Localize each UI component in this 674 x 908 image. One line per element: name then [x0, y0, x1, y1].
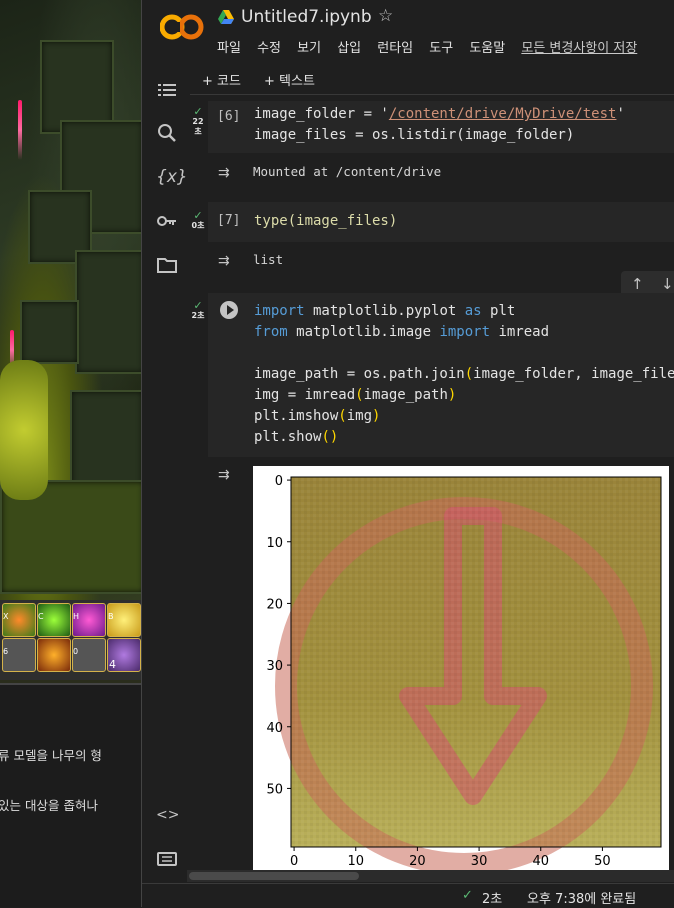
skill-slot: 0 [72, 638, 106, 672]
ruin-block [75, 250, 141, 374]
menu-help[interactable]: 도움말 [469, 41, 505, 56]
scrollbar-thumb[interactable] [189, 872, 359, 880]
ruin-block [70, 390, 141, 494]
background-window: X C H B 6 0 4 류 모델을 나무의 형 있는 대상을 좁혀나 [0, 0, 141, 907]
exec-time: 2초 [191, 311, 205, 320]
image-axes [275, 476, 662, 875]
x-tick-label: 40 [532, 854, 549, 869]
y-tick-label: 40 [266, 721, 283, 736]
check-icon: ✓ [193, 209, 203, 222]
skill-slot: B [107, 603, 141, 637]
variables-icon[interactable]: {x} [156, 166, 188, 188]
skill-bar: X C H B 6 0 4 [0, 600, 141, 680]
y-tick-label: 20 [266, 597, 283, 612]
y-tick-label: 50 [266, 782, 283, 797]
cell-output: Mounted at /content/drive [253, 164, 442, 179]
exec-status: ✓ 0초 [190, 209, 208, 231]
code-editor[interactable]: type(image_files) [254, 211, 397, 232]
menu-edit[interactable]: 수정 [257, 41, 281, 56]
exec-time: 0초 [191, 221, 205, 230]
y-tick-label: 30 [266, 659, 283, 674]
header: Untitled7.ipynb ☆ 파일 수정 보기 삽입 런타임 도구 도움말… [142, 0, 674, 64]
menu-view[interactable]: 보기 [297, 41, 321, 56]
exec-count: [7] [217, 213, 241, 228]
check-icon: ✓ [193, 299, 203, 312]
skill-slot: 6 [2, 638, 36, 672]
x-tick-label: 30 [471, 854, 488, 869]
colab-logo[interactable] [160, 12, 204, 42]
code-line: from matplotlib.image import imread [254, 324, 550, 340]
background-document: 류 모델을 나무의 형 있는 대상을 좁혀나 [0, 683, 141, 907]
game-scene-image [0, 0, 141, 600]
output-toggle-icon[interactable]: ⇉ [218, 165, 240, 181]
notebook-area: ✓ 22 초 [6] image_folder = '/content/driv… [190, 94, 674, 885]
add-code-button[interactable]: + 코드 [202, 70, 241, 89]
menu-bar: 파일 수정 보기 삽입 런타임 도구 도움말 모든 변경사항이 저장 [217, 37, 649, 57]
green-statue [0, 360, 48, 500]
y-tick-label: 0 [275, 474, 283, 489]
doc-text-line: 류 모델을 나무의 형 [0, 748, 102, 763]
menu-runtime[interactable]: 런타임 [377, 41, 413, 56]
ruin-block [20, 300, 79, 364]
image-noise [291, 477, 661, 847]
code-line: import matplotlib.pyplot as plt [254, 303, 516, 319]
x-tick-label: 10 [347, 854, 364, 869]
status-completed[interactable]: 오후 7:38에 완료됨 [527, 888, 636, 907]
doc-text-line: 있는 대상을 좁혀나 [0, 798, 98, 813]
toc-icon[interactable] [156, 79, 178, 101]
menu-tools[interactable]: 도구 [429, 41, 453, 56]
skill-slot: H [72, 603, 106, 637]
skill-slot: X [2, 603, 36, 637]
left-sidebar: {x} <> [142, 64, 190, 907]
terminal-icon[interactable] [156, 848, 178, 870]
code-cell[interactable]: [7] type(image_files) [208, 202, 674, 242]
drive-icon[interactable] [218, 10, 234, 24]
exec-status: ✓ 22 초 [190, 105, 208, 137]
notebook-title[interactable]: Untitled7.ipynb [241, 7, 372, 27]
y-tick-label: 10 [266, 536, 283, 551]
status-duration[interactable]: 2초 [482, 888, 502, 907]
menu-insert[interactable]: 삽입 [337, 41, 361, 56]
run-cell-button[interactable] [220, 301, 238, 319]
plot-output: 0 10 20 30 40 50 0 10 20 30 40 50 [253, 466, 669, 875]
exec-time: 22 초 [192, 117, 204, 136]
output-toggle-icon[interactable]: ⇉ [218, 253, 240, 269]
star-icon[interactable]: ☆ [378, 6, 393, 26]
key-icon[interactable] [156, 210, 178, 232]
output-toggle-icon[interactable]: ⇉ [218, 467, 240, 483]
x-tick-label: 50 [594, 854, 611, 869]
x-tick-label: 20 [409, 854, 426, 869]
folder-icon[interactable] [156, 254, 178, 276]
code-line: img = imread(image_path) [254, 387, 457, 403]
move-down-icon[interactable]: ↓ [661, 275, 674, 293]
add-text-button[interactable]: + 텍스트 [264, 70, 315, 89]
horizontal-scrollbar[interactable] [187, 870, 674, 882]
search-icon[interactable] [156, 122, 178, 144]
status-check-icon: ✓ [462, 888, 473, 903]
code-snippets-icon[interactable]: <> [156, 804, 179, 826]
exec-count: [6] [217, 109, 241, 124]
imshow-figure: 0 10 20 30 40 50 0 10 20 30 40 50 [266, 474, 662, 875]
skill-slot: C [37, 603, 71, 637]
cell-output: list [253, 252, 284, 267]
code-line: image_path = os.path.join(image_folder, … [254, 366, 674, 382]
x-tick-label: 0 [290, 854, 298, 869]
move-up-icon[interactable]: ↑ [631, 275, 644, 293]
exec-status: ✓ 2초 [190, 299, 208, 321]
code-line: plt.imshow(img) [254, 408, 381, 424]
status-bar: ✓ 2초 오후 7:38에 완료됨 [142, 883, 674, 908]
code-editor[interactable]: import matplotlib.pyplot as plt from mat… [254, 301, 674, 448]
check-icon: ✓ [193, 105, 203, 118]
code-line: plt.show() [254, 429, 339, 445]
notebook-toolbar: + 코드 + 텍스트 [190, 64, 674, 94]
code-cell[interactable]: import matplotlib.pyplot as plt from mat… [208, 293, 674, 457]
skill-slot [37, 638, 71, 672]
red-light [18, 100, 22, 160]
save-status-link[interactable]: 모든 변경사항이 저장 [521, 41, 637, 56]
code-editor[interactable]: image_folder = '/content/drive/MyDrive/t… [254, 104, 625, 146]
code-cell[interactable]: [6] image_folder = '/content/drive/MyDri… [208, 101, 674, 153]
colab-window: Untitled7.ipynb ☆ 파일 수정 보기 삽입 런타임 도구 도움말… [141, 0, 674, 908]
skill-slot: 4 [107, 638, 141, 672]
menu-file[interactable]: 파일 [217, 41, 241, 56]
